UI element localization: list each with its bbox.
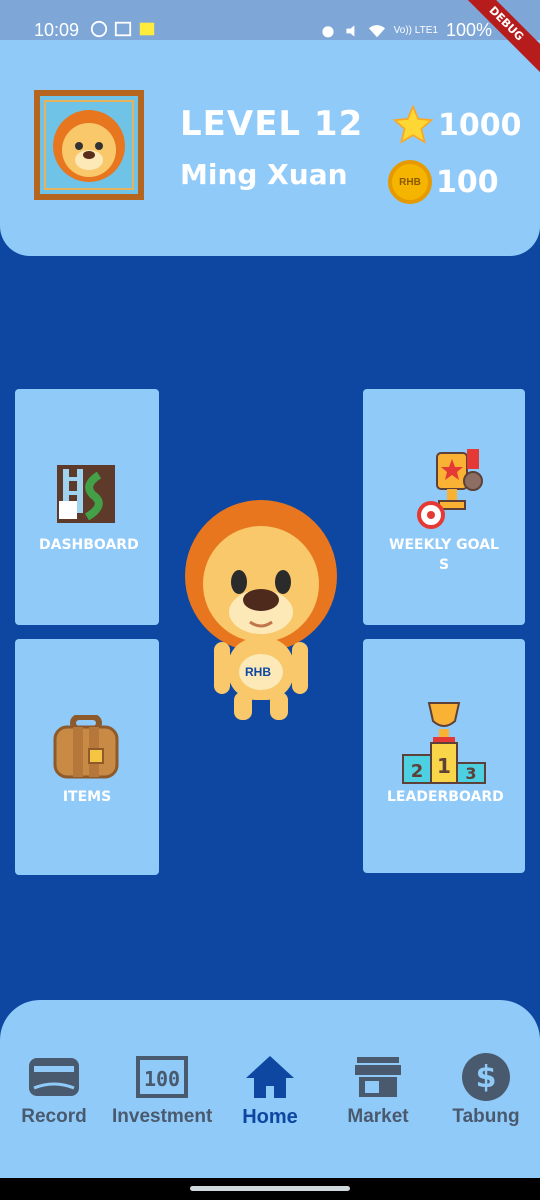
mascot-badge: RHB <box>245 665 271 679</box>
svg-text:1: 1 <box>437 754 451 778</box>
cash-100-icon: 100 <box>136 1056 188 1098</box>
svg-text:100: 100 <box>144 1067 180 1091</box>
coins-counter: RHB 100 <box>388 160 499 204</box>
nav-tabung[interactable]: $ Tabung <box>436 1050 536 1128</box>
nav-investment[interactable]: 100 Investment <box>112 1050 212 1128</box>
trophy-target-icon <box>417 449 483 529</box>
nav-record-label: Record <box>21 1106 87 1127</box>
weekly-goals-label: WEEKLY GOALS <box>389 537 499 573</box>
level-label: LEVEL 12 <box>180 104 364 144</box>
home-icon <box>246 1056 294 1098</box>
lion-avatar-icon <box>53 110 125 182</box>
coin-icon: RHB <box>388 160 432 204</box>
store-icon <box>355 1057 401 1097</box>
battery-label: 100% <box>445 20 492 40</box>
podium-trophy-icon: 1 2 3 <box>402 702 486 784</box>
gesture-handle[interactable] <box>190 1186 350 1191</box>
svg-text:2: 2 <box>411 761 424 782</box>
app-notification-icon <box>139 22 155 36</box>
wallet-icon <box>29 1058 79 1096</box>
leaderboard-label: LEADERBOARD <box>387 789 504 805</box>
bottom-navigation: Record 100 Investment Home Market $ Tabu… <box>0 1000 540 1180</box>
network-label: Vo)) LTE1 <box>393 24 438 36</box>
avatar[interactable] <box>34 90 144 200</box>
nav-home[interactable]: Home <box>220 1050 320 1129</box>
dashboard-label: DASHBOARD <box>39 537 139 553</box>
dollar-circle-icon: $ <box>462 1053 510 1101</box>
whatsapp-icon <box>90 20 108 38</box>
snakes-ladders-icon <box>57 465 115 523</box>
gallery-icon <box>114 21 132 37</box>
items-label: ITEMS <box>62 789 112 805</box>
weekly-goals-card[interactable]: WEEKLY GOALS <box>363 389 525 625</box>
nav-tabung-label: Tabung <box>452 1106 520 1127</box>
player-name: Ming Xuan <box>180 158 348 191</box>
mute-icon <box>346 24 355 37</box>
dashboard-card[interactable]: DASHBOARD <box>15 389 159 625</box>
status-time: 10:09 <box>34 20 80 40</box>
stars-value: 1000 <box>438 107 522 143</box>
nav-home-label: Home <box>242 1106 298 1128</box>
alarm-icon <box>322 25 334 37</box>
nav-record[interactable]: Record <box>4 1050 104 1128</box>
lion-mascot[interactable]: RHB <box>178 500 344 722</box>
backpack-icon <box>53 714 119 779</box>
stars-counter: 1000 <box>392 104 522 146</box>
nav-market[interactable]: Market <box>328 1050 428 1128</box>
lion-mascot-icon: RHB <box>185 500 337 720</box>
wifi-icon <box>368 24 385 37</box>
status-bar: 10:09 Vo)) LTE1 100% <box>0 0 540 40</box>
star-icon <box>392 104 434 144</box>
leaderboard-card[interactable]: 1 2 3 LEADERBOARD <box>363 639 525 873</box>
nav-investment-label: Investment <box>112 1106 213 1127</box>
svg-text:$: $ <box>476 1060 497 1095</box>
nav-market-label: Market <box>347 1106 409 1127</box>
coins-value: 100 <box>436 164 499 200</box>
svg-text:3: 3 <box>465 764 476 783</box>
items-card[interactable]: ITEMS <box>15 639 159 875</box>
